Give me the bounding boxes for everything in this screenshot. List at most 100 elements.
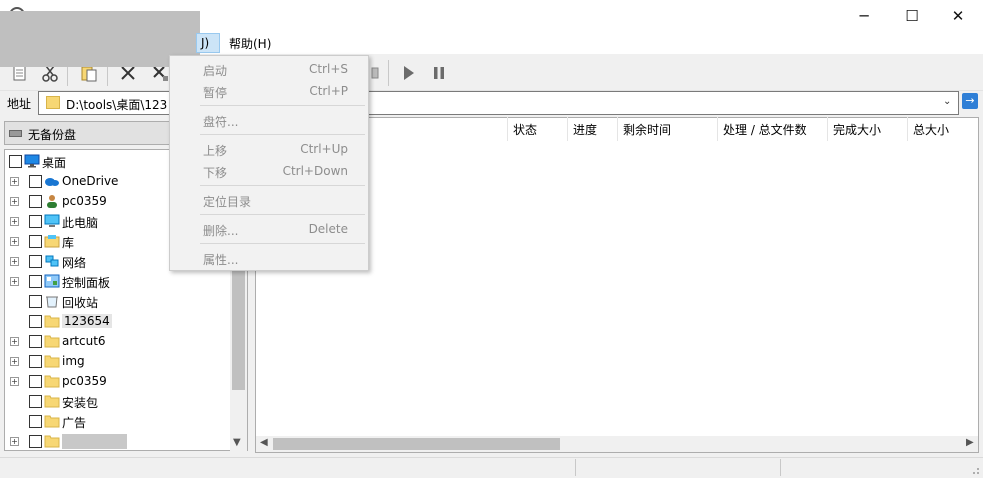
tree-item[interactable]: + 控制面板 — [6, 272, 228, 290]
tree-checkbox[interactable] — [29, 375, 42, 388]
tree-item[interactable]: 123654 — [6, 312, 228, 330]
menu-item-label: 属性... — [203, 253, 239, 267]
tree-checkbox[interactable] — [29, 415, 42, 428]
chevron-down-icon[interactable]: ⌄ — [943, 96, 951, 107]
tree-checkbox[interactable] — [29, 435, 42, 448]
expand-icon[interactable]: + — [10, 437, 19, 446]
tree-checkbox[interactable] — [29, 315, 42, 328]
expand-icon[interactable]: + — [10, 277, 19, 286]
tree-item-label: 库 — [62, 236, 75, 250]
go-button[interactable]: → — [962, 93, 978, 109]
tree-checkbox[interactable] — [29, 275, 42, 288]
toolbar-separator — [388, 60, 389, 86]
column-header[interactable]: 状态 — [513, 121, 537, 138]
minimize-button[interactable]: ─ — [841, 0, 887, 31]
tools-dropdown-menu: 启动 Ctrl+S 暂停 Ctrl+P 盘符... 上移 Ctrl+Up 下移 Ctrl+Dow… — [169, 55, 369, 271]
tree-checkbox[interactable] — [29, 255, 42, 268]
address-value: D:\tools\桌面\123 — [66, 98, 168, 112]
tree-item[interactable]: 安装包 — [6, 392, 228, 410]
tree-item-label: 广告 — [62, 416, 87, 430]
tree-item-label: 此电脑 — [62, 216, 99, 230]
menu-separator — [200, 243, 365, 244]
tree-item-label: pc0359 — [62, 374, 107, 388]
expand-icon[interactable]: + — [10, 377, 19, 386]
menu-item[interactable]: 上移 Ctrl+Up — [170, 138, 368, 160]
menu-item-shortcut: Ctrl+S — [308, 62, 348, 76]
tree-checkbox[interactable] — [9, 155, 22, 168]
menu-item[interactable]: 盘符... — [170, 109, 368, 131]
play-icon[interactable] — [397, 62, 419, 84]
column-header[interactable]: 总大小 — [913, 121, 949, 138]
tree-checkbox[interactable] — [29, 335, 42, 348]
column-divider[interactable] — [907, 117, 908, 141]
tree-checkbox[interactable] — [29, 215, 42, 228]
menu-item[interactable]: 启动 Ctrl+S — [170, 58, 368, 80]
tree-checkbox[interactable] — [29, 175, 42, 188]
column-header[interactable]: 剩余时间 — [623, 121, 671, 138]
expand-icon[interactable]: + — [10, 217, 19, 226]
backup-drive-label: 无备份盘 — [28, 128, 77, 142]
folder-icon — [44, 314, 60, 328]
tree-checkbox[interactable] — [29, 235, 42, 248]
tree-item[interactable]: + artcut6 — [6, 332, 228, 350]
column-header[interactable]: 进度 — [573, 121, 597, 138]
tree-checkbox[interactable] — [29, 395, 42, 408]
menu-item[interactable]: 删除... Delete — [170, 218, 368, 240]
folder-icon — [44, 374, 60, 388]
menu-item[interactable]: 暂停 Ctrl+P — [170, 80, 368, 102]
menu-item[interactable]: 属性... — [170, 247, 368, 269]
status-bar — [0, 457, 983, 478]
close-button[interactable]: ✕ — [935, 0, 981, 31]
resize-grip-icon[interactable] — [968, 463, 980, 475]
tree-item-label: artcut6 — [62, 334, 106, 348]
tree-item-label: pc0359 — [62, 194, 107, 208]
menu-item-shortcut: Ctrl+P — [309, 84, 348, 98]
tree-item-label: 123654 — [62, 314, 112, 328]
column-divider[interactable] — [567, 117, 568, 141]
tree-checkbox[interactable] — [29, 295, 42, 308]
menu-tools[interactable]: J) — [196, 33, 220, 53]
folder-icon — [44, 394, 60, 408]
tree-checkbox[interactable] — [29, 195, 42, 208]
pause-icon[interactable] — [428, 62, 450, 84]
column-divider[interactable] — [827, 117, 828, 141]
expand-icon[interactable]: + — [10, 257, 19, 266]
cloud-icon — [44, 174, 60, 188]
tree-item[interactable]: + pc0359 — [6, 372, 228, 390]
maximize-button[interactable]: ☐ — [889, 0, 935, 31]
column-header[interactable]: 处理 / 总文件数 — [723, 121, 807, 138]
address-label: 地址 — [7, 97, 32, 111]
menu-item-shortcut: Delete — [308, 222, 348, 236]
library-icon — [44, 234, 60, 248]
menu-item-shortcut: Ctrl+Down — [282, 164, 348, 178]
column-divider[interactable] — [717, 117, 718, 141]
chevron-down-icon[interactable]: ▼ — [233, 437, 241, 448]
menu-help[interactable]: 帮助(H) — [229, 35, 271, 52]
expand-icon[interactable]: + — [10, 237, 19, 246]
list-scrollbar-thumb[interactable] — [273, 438, 560, 450]
tree-checkbox[interactable] — [29, 355, 42, 368]
network-icon — [44, 254, 60, 268]
expand-icon[interactable]: + — [10, 197, 19, 206]
chevron-right-icon[interactable]: ▶ — [966, 437, 974, 448]
menu-item[interactable]: 下移 Ctrl+Down — [170, 160, 368, 182]
tree-item[interactable]: 广告 — [6, 412, 228, 430]
menu-separator — [200, 185, 365, 186]
tree-item[interactable]: 回收站 — [6, 292, 228, 310]
expand-icon[interactable]: + — [10, 177, 19, 186]
desktop-icon — [24, 154, 40, 168]
tree-item-label: 安装包 — [62, 396, 99, 410]
chevron-left-icon[interactable]: ◀ — [260, 437, 268, 448]
menu-item-shortcut: Ctrl+Up — [300, 142, 348, 156]
expand-icon[interactable]: + — [10, 337, 19, 346]
menu-item-label: 上移 — [203, 144, 228, 158]
folder-icon — [46, 96, 60, 109]
expand-icon[interactable]: + — [10, 357, 19, 366]
column-divider[interactable] — [507, 117, 508, 141]
tree-item-label: 回收站 — [62, 296, 99, 310]
column-header[interactable]: 完成大小 — [833, 121, 881, 138]
menu-item[interactable]: 定位目录 — [170, 189, 368, 211]
tree-item[interactable]: + — [6, 432, 228, 450]
column-divider[interactable] — [617, 117, 618, 141]
tree-item[interactable]: + img — [6, 352, 228, 370]
